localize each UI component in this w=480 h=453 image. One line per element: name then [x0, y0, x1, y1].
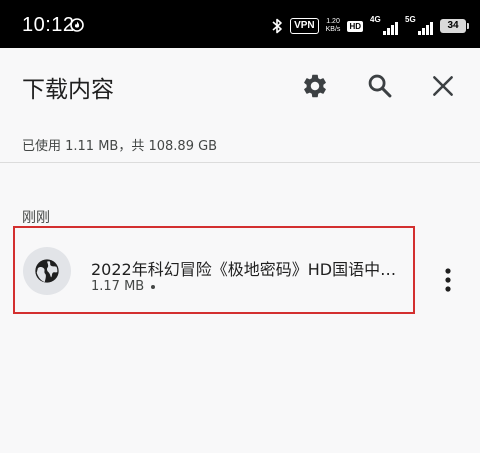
- settings-icon: [304, 74, 326, 98]
- signal-icon-sim1: 4G: [370, 15, 398, 35]
- app-notification-icon: [70, 18, 84, 32]
- section-header-recent: 刚刚: [22, 210, 50, 226]
- network-speed-unit: KB/s: [325, 26, 341, 33]
- signal-icon-sim2: 5G: [405, 15, 433, 35]
- page-title: 下载内容: [22, 77, 114, 103]
- status-time: 10:12: [22, 14, 75, 36]
- separator-dot: [151, 284, 156, 289]
- vpn-badge: VPN: [290, 18, 319, 34]
- more-vert-icon: [445, 268, 451, 292]
- more-options-button[interactable]: [432, 260, 464, 300]
- download-item-size: 1.17 MB: [91, 279, 145, 294]
- status-bar: 10:12 VPN 1.20 KB/s HD 4G 5G 34: [0, 0, 480, 48]
- settings-button[interactable]: [295, 66, 335, 106]
- network-type-sim1: 4G: [370, 15, 381, 24]
- battery-icon: 34: [440, 19, 469, 33]
- close-icon: [433, 76, 453, 96]
- bluetooth-icon: [272, 18, 282, 34]
- status-indicators: VPN 1.20 KB/s HD 4G 5G 34: [271, 15, 469, 36]
- network-speed-value: 1.20: [326, 18, 340, 25]
- search-icon: [368, 74, 392, 98]
- globe-icon: [35, 259, 59, 283]
- download-item[interactable]: 2022年科幻冒险《极地密码》HD国语中… 1.17 MB: [13, 226, 415, 314]
- network-speed: 1.20 KB/s: [326, 18, 341, 34]
- storage-usage-text: 已使用 1.11 MB，共 108.89 GB: [22, 139, 218, 154]
- download-item-title: 2022年科幻冒险《极地密码》HD国语中…: [91, 260, 397, 279]
- hd-voice-badge: HD: [347, 20, 363, 32]
- network-type-sim2: 5G: [405, 15, 416, 24]
- download-item-icon: [23, 247, 71, 295]
- search-button[interactable]: [360, 66, 400, 106]
- close-button[interactable]: [423, 66, 463, 106]
- divider: [0, 162, 480, 163]
- download-item-meta: 1.17 MB: [91, 279, 156, 294]
- app-bar: 下载内容: [0, 48, 480, 124]
